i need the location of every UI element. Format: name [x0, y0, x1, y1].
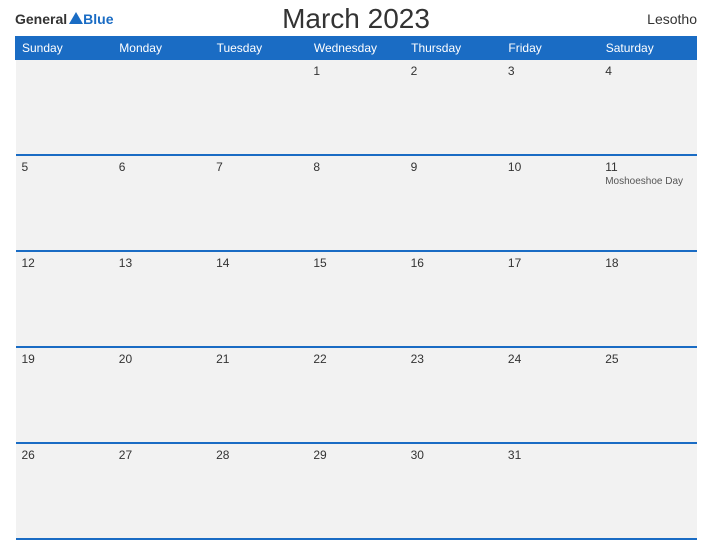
day-number: 6: [119, 160, 204, 174]
calendar-cell: 30: [405, 443, 502, 539]
calendar-header: General Blue March 2023 Lesotho: [15, 10, 697, 28]
day-number: 12: [22, 256, 107, 270]
calendar-cell: [210, 60, 307, 156]
header-saturday: Saturday: [599, 37, 696, 60]
day-number: 22: [313, 352, 398, 366]
weekday-header-row: Sunday Monday Tuesday Wednesday Thursday…: [16, 37, 697, 60]
logo-triangle-icon: [69, 12, 83, 24]
logo-blue: Blue: [83, 11, 113, 27]
header-sunday: Sunday: [16, 37, 113, 60]
calendar-cell: 15: [307, 251, 404, 347]
day-number: 25: [605, 352, 690, 366]
header-monday: Monday: [113, 37, 210, 60]
calendar-title: March 2023: [282, 3, 430, 35]
calendar-cell: 12: [16, 251, 113, 347]
calendar-week-row: 19 20 21 22 23 24 25: [16, 347, 697, 443]
calendar-week-row: 26 27 28 29 30 31: [16, 443, 697, 539]
event-label: Moshoeshoe Day: [605, 176, 690, 187]
day-number: 9: [411, 160, 496, 174]
calendar-cell: 3: [502, 60, 599, 156]
calendar-cell: 11 Moshoeshoe Day: [599, 155, 696, 251]
calendar-cell: 6: [113, 155, 210, 251]
calendar-cell: 18: [599, 251, 696, 347]
day-number: 13: [119, 256, 204, 270]
calendar-cell: 8: [307, 155, 404, 251]
day-number: 2: [411, 64, 496, 78]
calendar-cell: 23: [405, 347, 502, 443]
calendar-cell: 25: [599, 347, 696, 443]
day-number: 21: [216, 352, 301, 366]
header-thursday: Thursday: [405, 37, 502, 60]
day-number: 30: [411, 448, 496, 462]
day-number: 10: [508, 160, 593, 174]
day-number: 14: [216, 256, 301, 270]
day-number: 7: [216, 160, 301, 174]
day-number: 1: [313, 64, 398, 78]
day-number: 26: [22, 448, 107, 462]
country-name: Lesotho: [647, 11, 697, 27]
calendar-cell: 1: [307, 60, 404, 156]
calendar-cell: [16, 60, 113, 156]
calendar-page: General Blue March 2023 Lesotho Sunday M…: [0, 0, 712, 550]
calendar-cell: 13: [113, 251, 210, 347]
day-number: 27: [119, 448, 204, 462]
calendar-table: Sunday Monday Tuesday Wednesday Thursday…: [15, 36, 697, 540]
day-number: 16: [411, 256, 496, 270]
logo-general: General: [15, 11, 67, 27]
day-number: 23: [411, 352, 496, 366]
day-number: 31: [508, 448, 593, 462]
header-wednesday: Wednesday: [307, 37, 404, 60]
calendar-cell: 10: [502, 155, 599, 251]
day-number: 29: [313, 448, 398, 462]
day-number: 19: [22, 352, 107, 366]
calendar-cell: 9: [405, 155, 502, 251]
day-number: 8: [313, 160, 398, 174]
calendar-cell: 21: [210, 347, 307, 443]
calendar-cell: 24: [502, 347, 599, 443]
calendar-cell: 14: [210, 251, 307, 347]
day-number: 4: [605, 64, 690, 78]
day-number: 28: [216, 448, 301, 462]
calendar-week-row: 12 13 14 15 16 17 18: [16, 251, 697, 347]
calendar-cell: [113, 60, 210, 156]
calendar-cell: [599, 443, 696, 539]
day-number: 15: [313, 256, 398, 270]
calendar-cell: 7: [210, 155, 307, 251]
day-number: 3: [508, 64, 593, 78]
calendar-cell: 17: [502, 251, 599, 347]
day-number: 18: [605, 256, 690, 270]
calendar-cell: 22: [307, 347, 404, 443]
calendar-cell: 20: [113, 347, 210, 443]
calendar-cell: 19: [16, 347, 113, 443]
day-number: 11: [605, 160, 690, 174]
calendar-week-row: 56789 10 11 Moshoeshoe Day: [16, 155, 697, 251]
calendar-week-row: 1234: [16, 60, 697, 156]
calendar-cell: 27: [113, 443, 210, 539]
calendar-cell: 4: [599, 60, 696, 156]
day-number: 5: [22, 160, 107, 174]
day-number: 24: [508, 352, 593, 366]
calendar-cell: 16: [405, 251, 502, 347]
header-tuesday: Tuesday: [210, 37, 307, 60]
day-number: 20: [119, 352, 204, 366]
header-friday: Friday: [502, 37, 599, 60]
logo: General Blue: [15, 10, 113, 28]
calendar-cell: 2: [405, 60, 502, 156]
day-number: 17: [508, 256, 593, 270]
calendar-cell: 31: [502, 443, 599, 539]
calendar-cell: 29: [307, 443, 404, 539]
calendar-cell: 5: [16, 155, 113, 251]
calendar-cell: 26: [16, 443, 113, 539]
calendar-cell: 28: [210, 443, 307, 539]
